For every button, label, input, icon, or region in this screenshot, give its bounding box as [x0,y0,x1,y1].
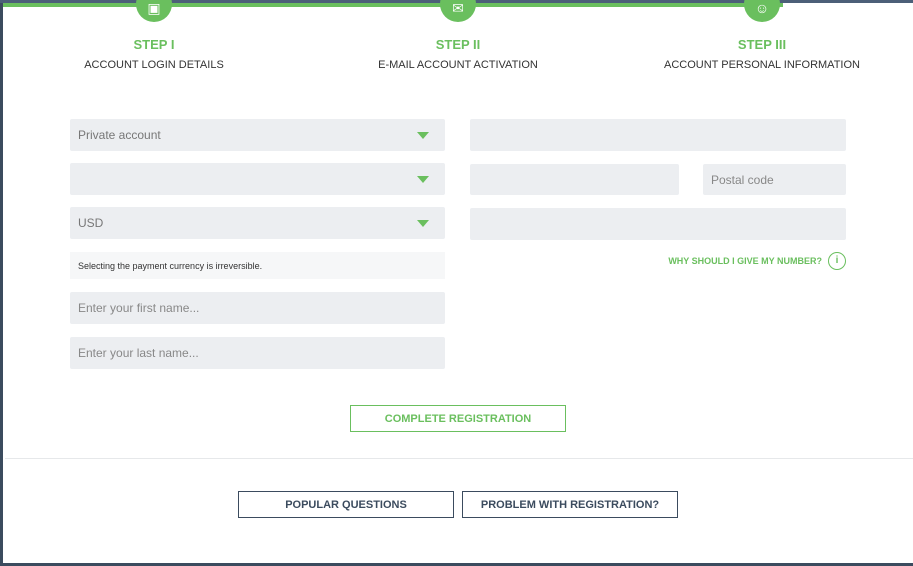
page-frame [0,0,913,566]
step-1: ▣ STEP I ACCOUNT LOGIN DETAILS [24,0,284,71]
account-type-value: Private account [78,128,161,142]
step-title: STEP III [737,37,787,52]
chevron-down-icon [417,220,429,227]
step-subtitle: ACCOUNT PERSONAL INFORMATION [664,59,860,71]
step-subtitle: ACCOUNT LOGIN DETAILS [84,59,224,71]
step-2: ✉ STEP II E-MAIL ACCOUNT ACTIVATION [328,0,588,71]
divider [5,458,913,459]
why-number-text: WHY SHOULD I GIVE MY NUMBER? [668,256,822,266]
chevron-down-icon [417,132,429,139]
currency-select[interactable]: USD [70,207,445,239]
city-input[interactable] [470,164,679,195]
step-title: STEP II [435,37,481,52]
popular-questions-button[interactable]: POPULAR QUESTIONS [238,491,454,518]
first-name-input[interactable]: Enter your first name... [70,292,445,324]
currency-value: USD [78,216,104,230]
user-icon: ☺ [744,0,780,22]
currency-note: Selecting the payment currency is irreve… [70,252,445,279]
last-name-input[interactable]: Enter your last name... [70,337,445,369]
address-input[interactable] [470,119,846,151]
account-type-select[interactable]: Private account [70,119,445,151]
step-3: ☺ STEP III ACCOUNT PERSONAL INFORMATION [632,0,892,71]
phone-input[interactable] [470,208,846,240]
envelope-icon: ✉ [440,0,476,22]
problem-registration-button[interactable]: PROBLEM WITH REGISTRATION? [462,491,678,518]
complete-registration-button[interactable]: COMPLETE REGISTRATION [350,405,566,432]
why-number-link[interactable]: WHY SHOULD I GIVE MY NUMBER? i [668,252,846,270]
wallet-icon: ▣ [136,0,172,22]
country-select[interactable] [70,163,445,195]
step-subtitle: E-MAIL ACCOUNT ACTIVATION [378,59,538,71]
step-title: STEP I [133,37,175,52]
info-icon[interactable]: i [828,252,846,270]
postal-code-input[interactable]: Postal code [703,164,846,195]
chevron-down-icon [417,176,429,183]
